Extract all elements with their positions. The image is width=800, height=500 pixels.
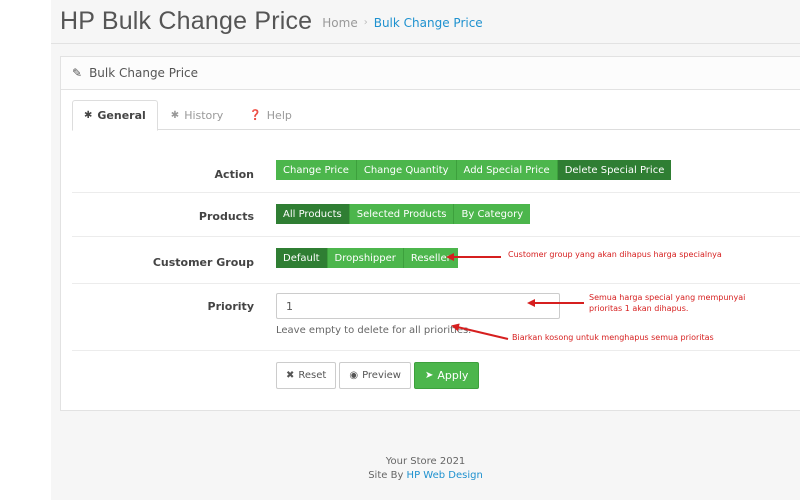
reseller-group-button[interactable]: Reseller: [403, 248, 458, 268]
breadcrumb-home[interactable]: Home: [322, 16, 357, 30]
priority-label: Priority: [207, 300, 254, 313]
page-title: HP Bulk Change Price: [60, 7, 313, 35]
footer-link[interactable]: HP Web Design: [407, 470, 483, 481]
change-quantity-button[interactable]: Change Quantity: [356, 160, 457, 180]
preview-label: Preview: [362, 370, 401, 381]
products-label: Products: [198, 210, 254, 223]
customer-group-row: Customer Group Default Dropshipper Resel…: [72, 237, 800, 284]
pencil-icon: ✎: [72, 66, 83, 80]
footer-site-by: Site By: [368, 470, 404, 481]
tab-general[interactable]: ✱ General: [72, 100, 158, 131]
priority-input[interactable]: [276, 293, 560, 319]
selected-products-button[interactable]: Selected Products: [349, 204, 455, 224]
panel-title: Bulk Change Price: [89, 66, 199, 80]
page-header: HP Bulk Change Price Home › Bulk Change …: [51, 0, 800, 44]
action-row: Action Change Price Change Quantity Add …: [72, 147, 800, 193]
tab-help[interactable]: ❓ Help: [236, 100, 305, 130]
breadcrumb: Home › Bulk Change Price: [322, 14, 482, 30]
change-price-button[interactable]: Change Price: [276, 160, 357, 180]
gear-icon: ✱: [170, 109, 180, 121]
priority-help-text: Leave empty to delete for all priorities…: [276, 325, 472, 336]
action-label: Action: [214, 168, 254, 181]
by-category-button[interactable]: By Category: [454, 204, 531, 224]
gear-icon: ✱: [84, 110, 93, 121]
default-group-button[interactable]: Default: [276, 248, 328, 268]
close-icon: ✖: [286, 370, 295, 381]
page-content: HP Bulk Change Price Home › Bulk Change …: [51, 0, 800, 500]
preview-button[interactable]: ◉ Preview: [339, 362, 411, 389]
annotation-customer-group: Customer group yang akan dihapus harga s…: [508, 250, 722, 259]
all-products-button[interactable]: All Products: [276, 204, 350, 224]
bulk-change-panel: ✎ Bulk Change Price ✱ General ✱ History …: [60, 56, 800, 411]
panel-heading: ✎ Bulk Change Price: [61, 57, 800, 90]
reset-label: Reset: [298, 370, 327, 381]
add-special-price-button[interactable]: Add Special Price: [456, 160, 558, 180]
products-button-group: All Products Selected Products By Catego…: [276, 204, 531, 224]
annotation-priority-line2: prioritas 1 akan dihapus.: [589, 304, 689, 313]
products-row: Products All Products Selected Products …: [72, 193, 800, 237]
form-actions: ✖ Reset ◉ Preview ➤ Apply: [276, 362, 482, 389]
footer-credit: Site By HP Web Design: [51, 470, 800, 481]
breadcrumb-separator: ›: [363, 17, 368, 28]
paper-plane-icon: ➤: [425, 370, 434, 381]
reset-button[interactable]: ✖ Reset: [276, 362, 337, 389]
apply-label: Apply: [437, 369, 469, 382]
delete-special-price-button[interactable]: Delete Special Price: [557, 160, 672, 180]
breadcrumb-current[interactable]: Bulk Change Price: [374, 16, 483, 30]
apply-button[interactable]: ➤ Apply: [414, 362, 480, 389]
annotation-priority-line1: Semua harga special yang mempunyai: [589, 293, 746, 302]
tab-bar: ✱ General ✱ History ❓ Help: [72, 100, 800, 131]
annotation-help: Biarkan kosong untuk menghapus semua pri…: [512, 333, 714, 342]
customer-group-button-group: Default Dropshipper Reseller: [276, 248, 458, 268]
customer-group-label: Customer Group: [152, 256, 254, 269]
question-circle-icon: ❓: [249, 109, 262, 121]
tab-label: General: [97, 109, 146, 122]
dropshipper-group-button[interactable]: Dropshipper: [327, 248, 404, 268]
tab-history[interactable]: ✱ History: [158, 100, 237, 130]
tab-label: History: [184, 108, 224, 122]
tab-label: Help: [266, 108, 292, 122]
footer-store: Your Store 2021: [385, 456, 466, 467]
action-button-group: Change Price Change Quantity Add Special…: [276, 160, 672, 180]
eye-icon: ◉: [349, 370, 359, 381]
